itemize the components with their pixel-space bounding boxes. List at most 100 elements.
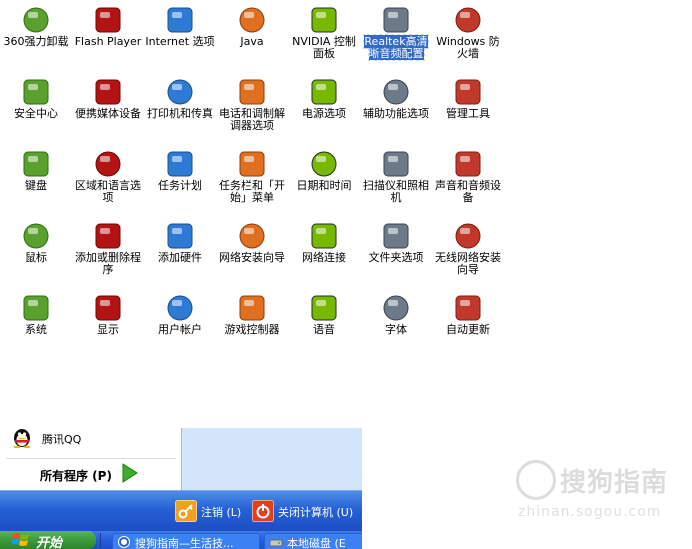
item-label-text: 管理工具 xyxy=(446,107,490,120)
control-panel-item-label: 添加硬件 xyxy=(144,252,216,264)
sogou-watermark-icon xyxy=(516,460,556,500)
item-label-text: 系统 xyxy=(25,323,47,336)
control-panel-item[interactable]: Java xyxy=(216,0,288,70)
taskbar-item-sogou[interactable]: 搜狗指南—生活技... xyxy=(112,533,260,549)
item-label-text: 360强力卸载 xyxy=(3,35,69,48)
item-label-text: 添加硬件 xyxy=(158,251,202,264)
control-panel-item[interactable]: 无线网络安装向导 xyxy=(432,216,504,286)
control-panel-item[interactable]: 安全中心 xyxy=(0,72,72,142)
item-label-text: Internet 选项 xyxy=(145,35,215,48)
clock-icon xyxy=(311,151,337,177)
control-panel-item[interactable]: 语音 xyxy=(288,288,360,358)
taskbar-item-label: 本地磁盘 (E xyxy=(287,537,346,549)
control-panel-item-label: 用户帐户 xyxy=(144,324,216,336)
control-panel-item[interactable]: 系统 xyxy=(0,288,72,358)
start-menu-item-qq[interactable]: 腾讯QQ xyxy=(8,426,178,448)
drive-icon xyxy=(269,539,283,547)
control-panel-item[interactable]: 文件夹选项 xyxy=(360,216,432,286)
control-panel-item[interactable]: 添加或删除程序 xyxy=(72,216,144,286)
start-menu-footer: 注销 (L) 关闭计算机 (U) xyxy=(0,490,362,531)
item-label-text: 任务计划 xyxy=(158,179,202,192)
item-label-text: 显示 xyxy=(97,323,119,336)
control-panel-item[interactable]: 电话和调制解调器选项 xyxy=(216,72,288,142)
watermark: 搜狗指南 zhinan.sogou.com xyxy=(512,460,682,530)
control-panel-item[interactable]: 任务计划 xyxy=(144,144,216,214)
control-panel-item[interactable]: 区域和语言选项 xyxy=(72,144,144,214)
user-accounts-icon xyxy=(167,295,193,321)
control-panel-item[interactable]: 鼠标 xyxy=(0,216,72,286)
key-icon xyxy=(175,500,197,522)
control-panel-item[interactable]: 游戏控制器 xyxy=(216,288,288,358)
control-panel-item[interactable]: 声音和音频设备 xyxy=(432,144,504,214)
control-panel-item[interactable]: 日期和时间 xyxy=(288,144,360,214)
control-panel-item-label: NVIDIA 控制面板 xyxy=(288,36,360,60)
control-panel-item-label: Flash Player xyxy=(72,36,144,48)
taskbar-item-drive[interactable]: 本地磁盘 (E xyxy=(264,533,362,549)
sound-icon xyxy=(455,151,481,177)
control-panel-item-label: 键盘 xyxy=(0,180,72,192)
control-panel-item[interactable]: 360强力卸载 xyxy=(0,0,72,70)
flash-icon xyxy=(95,7,121,33)
globe-icon xyxy=(95,151,121,177)
qq-penguin-icon xyxy=(13,429,31,448)
start-button[interactable]: 开始 xyxy=(0,531,96,549)
control-panel-item-label: Realtek高清晰音频配置 xyxy=(360,34,432,61)
control-panel-item-label: 360强力卸载 xyxy=(0,36,72,48)
control-panel-item[interactable]: NVIDIA 控制面板 xyxy=(288,0,360,70)
control-panel-item[interactable]: 打印机和传真 xyxy=(144,72,216,142)
control-panel-item[interactable]: 字体 xyxy=(360,288,432,358)
control-panel-item-label: Windows 防火墙 xyxy=(432,36,504,60)
control-panel-item[interactable]: 网络连接 xyxy=(288,216,360,286)
control-panel-item[interactable]: 便携媒体设备 xyxy=(72,72,144,142)
control-panel-item[interactable]: 扫描仪和照相机 xyxy=(360,144,432,214)
start-menu-separator xyxy=(6,458,176,459)
control-panel-item-label: 网络连接 xyxy=(288,252,360,264)
item-label-text: 游戏控制器 xyxy=(224,323,280,336)
item-label-text: 任务栏和「开始」菜单 xyxy=(219,179,285,204)
control-panel-item[interactable]: Realtek高清晰音频配置 xyxy=(360,0,432,70)
control-panel-item[interactable]: 电源选项 xyxy=(288,72,360,142)
taskbar-separator xyxy=(100,533,101,547)
control-panel-item-label: 管理工具 xyxy=(432,108,504,120)
taskbar-icon xyxy=(239,151,265,177)
control-panel-item[interactable]: 键盘 xyxy=(0,144,72,214)
sogou-icon xyxy=(118,536,130,548)
control-panel-item-label: 游戏控制器 xyxy=(216,324,288,336)
item-label-text: 区域和语言选项 xyxy=(75,179,141,204)
item-label-text: 电话和调制解调器选项 xyxy=(219,107,285,132)
control-panel-item[interactable]: Windows 防火墙 xyxy=(432,0,504,70)
control-panel-item[interactable]: 管理工具 xyxy=(432,72,504,142)
shield-icon xyxy=(23,79,49,105)
control-panel-item[interactable]: Flash Player xyxy=(72,0,144,70)
control-panel-item[interactable]: 添加硬件 xyxy=(144,216,216,286)
item-label-text: 便携媒体设备 xyxy=(75,107,141,120)
control-panel-item[interactable]: 辅助功能选项 xyxy=(360,72,432,142)
item-label-text: 语音 xyxy=(313,323,335,336)
control-panel-item[interactable]: Internet 选项 xyxy=(144,0,216,70)
item-label-text: 网络连接 xyxy=(302,251,346,264)
control-panel-item[interactable]: 网络安装向导 xyxy=(216,216,288,286)
internet-options-icon xyxy=(167,7,193,33)
control-panel-item-label: 电源选项 xyxy=(288,108,360,120)
taskbar-item-label: 搜狗指南—生活技... xyxy=(135,537,234,549)
all-programs-button[interactable]: 所有程序 (P) xyxy=(40,462,150,484)
item-label-text: Windows 防火墙 xyxy=(436,35,500,60)
control-panel-item[interactable]: 用户帐户 xyxy=(144,288,216,358)
control-panel-item-label: 声音和音频设备 xyxy=(432,180,504,204)
control-panel-item-label: 区域和语言选项 xyxy=(72,180,144,204)
item-label-text: 添加或删除程序 xyxy=(75,251,141,276)
windows-logo-icon xyxy=(12,533,29,546)
control-panel-item-label: Java xyxy=(216,36,288,48)
item-label-text: 网络安装向导 xyxy=(219,251,285,264)
item-label-text: 字体 xyxy=(385,323,407,336)
java-icon xyxy=(239,7,265,33)
control-panel-item[interactable]: 任务栏和「开始」菜单 xyxy=(216,144,288,214)
item-label-text: 辅助功能选项 xyxy=(363,107,429,120)
system-icon xyxy=(23,295,49,321)
item-label-text: 自动更新 xyxy=(446,323,490,336)
control-panel-item[interactable]: 自动更新 xyxy=(432,288,504,358)
control-panel-item[interactable]: 显示 xyxy=(72,288,144,358)
game-controller-icon xyxy=(239,295,265,321)
control-panel-item-label: 任务栏和「开始」菜单 xyxy=(216,180,288,204)
control-panel-item-label: 便携媒体设备 xyxy=(72,108,144,120)
